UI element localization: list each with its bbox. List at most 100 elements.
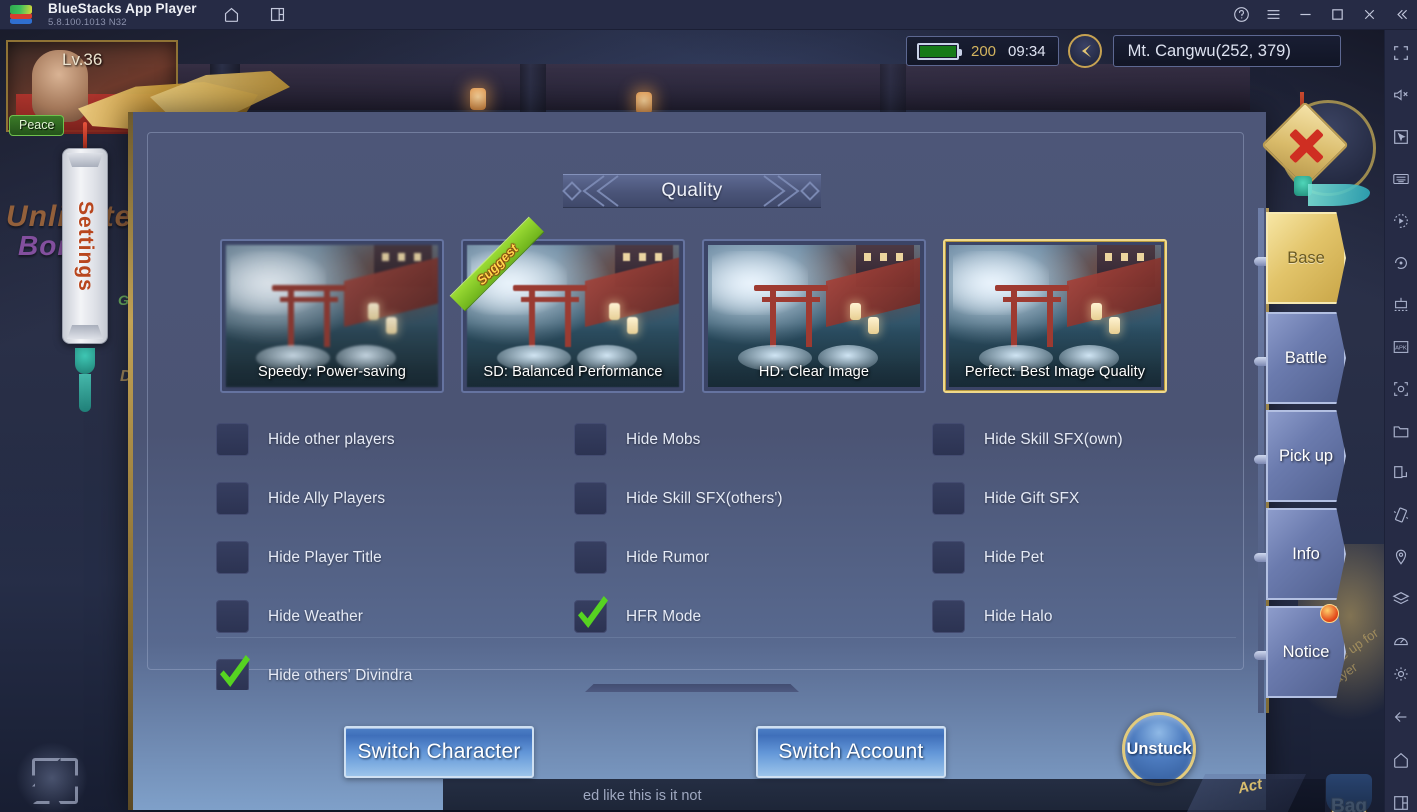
option-row[interactable]: Hide other players <box>216 410 556 469</box>
recents-icon[interactable] <box>1385 786 1417 812</box>
option-row[interactable]: Hide Player Title <box>216 528 556 587</box>
menu-tab-label: Info <box>1292 544 1320 563</box>
mute-icon[interactable] <box>1385 78 1417 111</box>
checkbox-hide-ally-players[interactable] <box>216 482 249 515</box>
checkbox-hide-others-divindra[interactable] <box>216 659 249 690</box>
install-apk-icon[interactable]: APK <box>1385 330 1417 363</box>
minimize-icon[interactable] <box>1289 0 1321 30</box>
option-label: Hide Skill SFX(own) <box>984 430 1123 448</box>
switch-account-label: Switch Account <box>778 740 924 763</box>
settings-tab[interactable]: Settings <box>62 148 108 344</box>
dialog-close-button[interactable] <box>1258 88 1380 210</box>
quality-card-sd[interactable]: Suggest SD: Balanced Performance <box>449 216 685 393</box>
checkbox-hide-mobs[interactable] <box>574 423 607 456</box>
window-controls <box>1225 0 1417 30</box>
next-section-header-partial <box>585 684 799 692</box>
menu-tab-base[interactable]: Base <box>1266 212 1346 304</box>
speed-meter-icon[interactable] <box>1385 624 1417 657</box>
quality-card-speedy[interactable]: Speedy: Power-saving <box>220 239 444 393</box>
switch-account-button[interactable]: Switch Account <box>756 726 946 778</box>
home-icon[interactable] <box>215 0 249 30</box>
checkbox-hide-gift-sfx[interactable] <box>932 482 965 515</box>
option-row[interactable]: Hide Pet <box>932 528 1236 587</box>
screen-root: BlueStacks App Player 5.8.100.1013 N32 L… <box>0 0 1417 812</box>
act-button[interactable]: Act <box>1186 774 1306 812</box>
clock-time: 09:34 <box>1008 42 1046 60</box>
game-viewport[interactable]: Unlimited Bonus Good Deal Lv.36 Peace Se… <box>0 30 1384 812</box>
rotate-screen-icon[interactable] <box>1385 456 1417 489</box>
option-row[interactable]: Hide Skill SFX(own) <box>932 410 1236 469</box>
macro-recorder-icon[interactable] <box>1385 204 1417 237</box>
unstuck-label: Unstuck <box>1126 739 1192 758</box>
help-icon[interactable] <box>1225 0 1257 30</box>
bluestacks-logo-icon <box>9 4 35 26</box>
checkbox-hide-pet[interactable] <box>932 541 965 574</box>
peace-mode-badge[interactable]: Peace <box>9 115 65 136</box>
quality-card-hd[interactable]: HD: Clear Image <box>702 239 926 393</box>
back-arrow-ornament-icon[interactable] <box>1065 31 1105 71</box>
screenshot-icon[interactable] <box>1385 372 1417 405</box>
maximize-icon[interactable] <box>1321 0 1353 30</box>
option-label: Hide Ally Players <box>268 489 386 507</box>
checkbox-hide-skill-sfx-others[interactable] <box>574 482 607 515</box>
option-label: Hide Halo <box>984 607 1053 625</box>
multi-instance-icon[interactable] <box>261 0 295 30</box>
menu-tab-battle[interactable]: Battle <box>1266 312 1346 404</box>
quality-card-perfect[interactable]: Perfect: Best Image Quality <box>943 239 1167 393</box>
option-row[interactable]: Hide Rumor <box>574 528 914 587</box>
fullscreen-icon[interactable] <box>1385 36 1417 69</box>
checkbox-hide-rumor[interactable] <box>574 541 607 574</box>
battery-value: 200 <box>971 42 997 60</box>
location-label: Mt. Cangwu(252, 379) <box>1127 41 1291 60</box>
bluestacks-sidebar: APK <box>1384 30 1417 812</box>
menu-tab-pick-up[interactable]: Pick up <box>1266 410 1346 502</box>
location-icon[interactable] <box>1385 540 1417 573</box>
quality-card-list: Speedy: Power-saving Suggest SD: Balance… <box>220 216 1167 393</box>
title-ornament-left <box>560 172 622 210</box>
media-folder-icon[interactable] <box>1385 414 1417 447</box>
checkbox-hide-weather[interactable] <box>216 600 249 633</box>
app-version: 5.8.100.1013 N32 <box>48 17 127 28</box>
bag-button[interactable]: Bag <box>1318 774 1380 812</box>
close-x-icon <box>1288 128 1324 164</box>
collapse-sidebar-icon[interactable] <box>1385 0 1417 30</box>
option-row[interactable]: Hide Ally Players <box>216 469 556 528</box>
close-ribbon-ornament <box>1308 184 1370 206</box>
settings-gear-icon[interactable] <box>1385 657 1417 690</box>
home-icon[interactable] <box>1385 743 1417 776</box>
option-row[interactable]: Hide Gift SFX <box>932 469 1236 528</box>
notice-badge-dot <box>1320 604 1339 623</box>
options-column-2: Hide Mobs Hide Skill SFX(others') Hide R… <box>574 410 914 646</box>
status-box[interactable]: 200 09:34 <box>906 36 1059 66</box>
shake-icon[interactable] <box>1385 498 1417 531</box>
options-grid: Hide other players Hide Ally Players Hid… <box>216 410 1236 690</box>
layers-icon[interactable] <box>1385 582 1417 615</box>
checkbox-hide-skill-sfx-own[interactable] <box>932 423 965 456</box>
hamburger-menu-icon[interactable] <box>1257 0 1289 30</box>
menu-tab-label: Base <box>1287 248 1325 267</box>
location-box[interactable]: Mt. Cangwu(252, 379) <box>1112 35 1341 67</box>
rotate-icon[interactable] <box>1385 246 1417 279</box>
option-row[interactable]: Hide Mobs <box>574 410 914 469</box>
option-row[interactable]: Hide Skill SFX(others') <box>574 469 914 528</box>
multi-instance-manager-icon[interactable] <box>1385 288 1417 321</box>
option-label: Hide Gift SFX <box>984 489 1080 507</box>
checkbox-hide-other-players[interactable] <box>216 423 249 456</box>
unstuck-button[interactable]: Unstuck <box>1122 712 1196 786</box>
back-icon[interactable] <box>1385 700 1417 733</box>
settings-tab-jade <box>75 348 95 374</box>
pointer-icon[interactable] <box>1385 120 1417 153</box>
menu-tab-info[interactable]: Info <box>1266 508 1346 600</box>
option-row[interactable]: Hide others' Divindra <box>216 646 556 690</box>
hud-bottom-left-decoration[interactable] <box>16 742 88 812</box>
switch-character-label: Switch Character <box>357 740 521 763</box>
checkbox-hide-halo[interactable] <box>932 600 965 633</box>
checkbox-hide-player-title[interactable] <box>216 541 249 574</box>
close-icon[interactable] <box>1353 0 1385 30</box>
switch-character-button[interactable]: Switch Character <box>344 726 534 778</box>
option-label: Hide other players <box>268 430 395 448</box>
checkbox-hfr-mode[interactable] <box>574 600 607 633</box>
keyboard-controls-icon[interactable] <box>1385 162 1417 195</box>
game-right-menu: Swipe up for player Base Battle Pick up … <box>1248 208 1384 724</box>
page-title: Quality <box>661 180 723 201</box>
